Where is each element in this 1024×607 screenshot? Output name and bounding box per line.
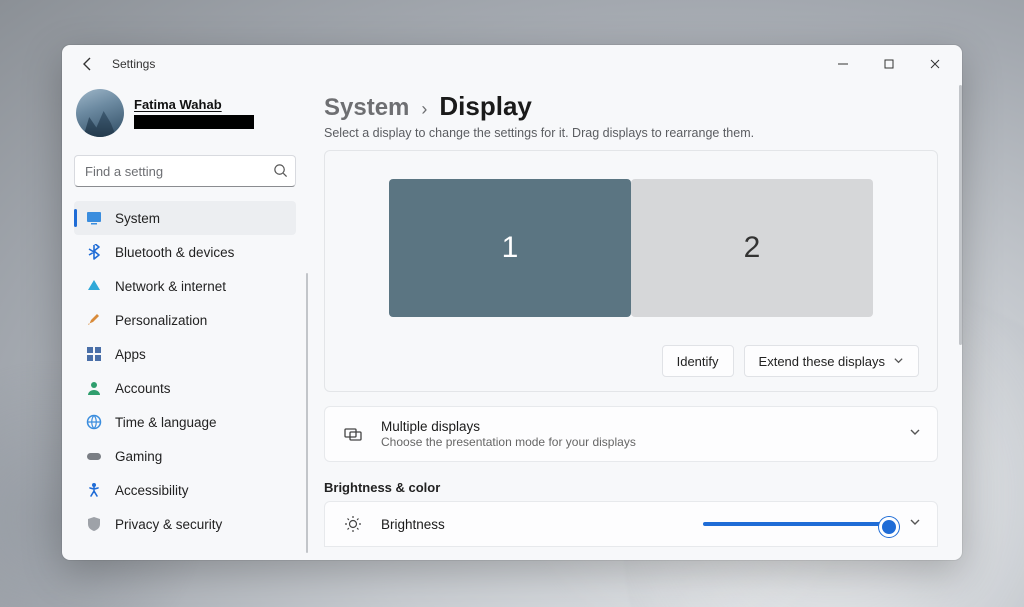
breadcrumb: System › Display bbox=[324, 91, 938, 122]
gamepad-icon bbox=[86, 448, 102, 464]
page-subheading: Select a display to change the settings … bbox=[324, 126, 938, 140]
sidebar-item-label: Accounts bbox=[115, 381, 171, 396]
display-icon bbox=[86, 210, 102, 226]
chevron-right-icon: › bbox=[421, 99, 427, 120]
close-icon bbox=[930, 59, 940, 69]
close-button[interactable] bbox=[912, 45, 958, 83]
profile-name: Fatima Wahab bbox=[134, 97, 254, 112]
sidebar-item-privacy[interactable]: Privacy & security bbox=[74, 507, 296, 541]
brightness-slider[interactable] bbox=[703, 522, 893, 526]
brightness-title: Brightness bbox=[381, 517, 687, 532]
person-icon bbox=[86, 380, 102, 396]
accessibility-icon bbox=[86, 482, 102, 498]
identify-button[interactable]: Identify bbox=[662, 345, 734, 377]
sidebar-item-label: Time & language bbox=[115, 415, 217, 430]
sidebar-item-time-language[interactable]: Time & language bbox=[74, 405, 296, 439]
apps-icon bbox=[86, 346, 102, 362]
section-brightness-label: Brightness & color bbox=[324, 480, 938, 495]
bluetooth-icon bbox=[86, 244, 102, 260]
search-input[interactable] bbox=[74, 155, 296, 187]
monitor-canvas[interactable]: 1 2 bbox=[343, 179, 919, 317]
app-title: Settings bbox=[112, 57, 155, 71]
maximize-icon bbox=[884, 59, 894, 69]
shield-icon bbox=[86, 516, 102, 532]
paintbrush-icon bbox=[86, 312, 102, 328]
main-content: System › Display Select a display to cha… bbox=[308, 83, 962, 560]
network-icon bbox=[86, 278, 102, 294]
monitor-label: 1 bbox=[502, 231, 519, 265]
display-arrangement-panel: 1 2 Identify Extend these displays bbox=[324, 150, 938, 392]
page-title: Display bbox=[439, 91, 532, 122]
sidebar-item-label: Network & internet bbox=[115, 279, 226, 294]
chevron-down-icon bbox=[909, 515, 921, 533]
sidebar-item-apps[interactable]: Apps bbox=[74, 337, 296, 371]
maximize-button[interactable] bbox=[866, 45, 912, 83]
breadcrumb-parent[interactable]: System bbox=[324, 94, 409, 122]
sidebar-item-network[interactable]: Network & internet bbox=[74, 269, 296, 303]
card-subtitle: Choose the presentation mode for your di… bbox=[381, 435, 893, 449]
minimize-icon bbox=[838, 59, 848, 69]
chevron-down-icon bbox=[909, 425, 921, 443]
search-wrap bbox=[74, 155, 296, 187]
sidebar-item-label: Bluetooth & devices bbox=[115, 245, 234, 260]
sidebar-item-accounts[interactable]: Accounts bbox=[74, 371, 296, 405]
settings-window: Settings Fatima Wahab bbox=[62, 45, 962, 560]
avatar bbox=[76, 89, 124, 137]
nav-list: System Bluetooth & devices Network & int… bbox=[74, 201, 296, 541]
chevron-down-icon bbox=[893, 354, 904, 369]
sidebar-item-label: Personalization bbox=[115, 313, 207, 328]
monitor-label: 2 bbox=[744, 231, 761, 265]
sidebar-item-label: Gaming bbox=[115, 449, 162, 464]
multiple-displays-icon bbox=[341, 424, 365, 444]
sidebar-item-system[interactable]: System bbox=[74, 201, 296, 235]
brightness-card[interactable]: Brightness bbox=[324, 501, 938, 547]
profile-block[interactable]: Fatima Wahab bbox=[74, 87, 296, 147]
profile-email-redacted bbox=[134, 115, 254, 129]
monitor-2[interactable]: 2 bbox=[631, 179, 873, 317]
sidebar-item-label: System bbox=[115, 211, 160, 226]
sidebar-item-label: Accessibility bbox=[115, 483, 189, 498]
title-bar: Settings bbox=[62, 45, 962, 83]
sun-icon bbox=[341, 514, 365, 534]
main-scrollbar[interactable] bbox=[959, 85, 962, 345]
sidebar-item-label: Privacy & security bbox=[115, 517, 222, 532]
sidebar-item-label: Apps bbox=[115, 347, 146, 362]
sidebar-item-personalization[interactable]: Personalization bbox=[74, 303, 296, 337]
sidebar-item-gaming[interactable]: Gaming bbox=[74, 439, 296, 473]
multiple-displays-card[interactable]: Multiple displays Choose the presentatio… bbox=[324, 406, 938, 462]
back-button[interactable] bbox=[74, 50, 102, 78]
card-title: Multiple displays bbox=[381, 419, 893, 434]
monitor-1[interactable]: 1 bbox=[389, 179, 631, 317]
search-icon bbox=[273, 163, 288, 183]
sidebar-item-bluetooth[interactable]: Bluetooth & devices bbox=[74, 235, 296, 269]
dropdown-label: Extend these displays bbox=[759, 354, 885, 369]
minimize-button[interactable] bbox=[820, 45, 866, 83]
extend-displays-dropdown[interactable]: Extend these displays bbox=[744, 345, 919, 377]
window-controls bbox=[820, 45, 958, 83]
button-label: Identify bbox=[677, 354, 719, 369]
sidebar: Fatima Wahab System Bluetooth & devices bbox=[62, 83, 308, 560]
arrow-left-icon bbox=[80, 56, 96, 72]
sidebar-item-accessibility[interactable]: Accessibility bbox=[74, 473, 296, 507]
globe-icon bbox=[86, 414, 102, 430]
